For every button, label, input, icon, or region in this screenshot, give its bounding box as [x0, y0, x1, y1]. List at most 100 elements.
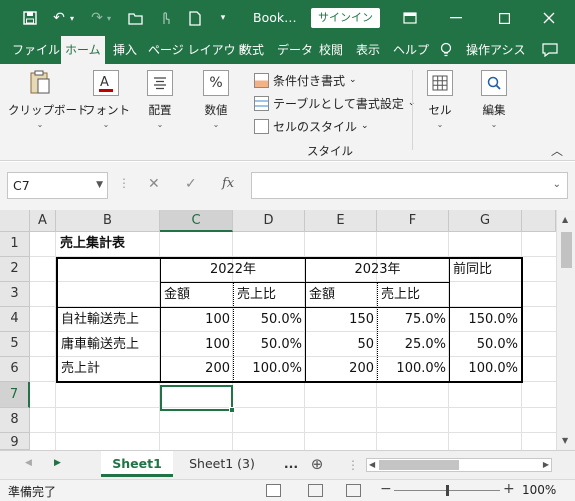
page-layout-view-icon[interactable] [308, 484, 323, 497]
column-header-a[interactable]: A [30, 210, 56, 232]
cell-e5[interactable]: 50 [306, 333, 377, 358]
tab-data[interactable]: データ [273, 36, 317, 64]
touch-mode-icon[interactable] [158, 8, 174, 28]
zoom-in-icon[interactable]: + [503, 481, 515, 497]
zoom-level[interactable]: 100% [522, 483, 556, 497]
tab-formulas[interactable]: 数式 [236, 36, 268, 64]
column-header-d[interactable]: D [233, 210, 305, 232]
clipboard-group-button[interactable]: クリップボード ⌄ [8, 70, 89, 129]
alignment-group-button[interactable]: 配置 ⌄ [140, 70, 180, 129]
tab-review[interactable]: 校閲 [315, 36, 347, 64]
editing-group-button[interactable]: 編集 ⌄ [476, 70, 512, 129]
cells-group-button[interactable]: セル ⌄ [422, 70, 458, 129]
tab-tell-me[interactable]: 操作アシス [462, 36, 530, 64]
cell-c2[interactable]: 2022年 [161, 258, 305, 283]
cell-g2[interactable]: 前同比 [450, 258, 521, 283]
column-header-g[interactable]: G [449, 210, 522, 232]
cell-c3[interactable]: 金額 [161, 283, 233, 308]
cell-f6[interactable]: 100.0% [378, 357, 449, 382]
scroll-right-icon[interactable]: ▶ [543, 460, 549, 469]
row-header-8[interactable]: 8 [0, 408, 30, 433]
cell-g4[interactable]: 150.0% [450, 308, 521, 333]
scroll-left-sheets-icon[interactable]: ◀ [25, 458, 32, 468]
cell-b6[interactable]: 売上計 [58, 357, 160, 382]
signin-button[interactable]: サインイン [311, 8, 380, 28]
cell-e2[interactable]: 2023年 [306, 258, 449, 283]
cell-d5[interactable]: 50.0% [234, 333, 305, 358]
ribbon-display-options-icon[interactable] [402, 8, 418, 28]
row-header-2[interactable]: 2 [0, 257, 30, 282]
scroll-left-icon[interactable]: ◀ [369, 460, 375, 469]
cell-e6[interactable]: 200 [306, 357, 377, 382]
cell-g6[interactable]: 100.0% [450, 357, 521, 382]
active-cell-c7[interactable] [160, 385, 233, 411]
row-header-3[interactable]: 3 [0, 282, 30, 307]
row-header-6[interactable]: 6 [0, 357, 30, 382]
close-icon[interactable] [541, 8, 557, 28]
select-all-corner[interactable] [0, 210, 30, 232]
fill-handle[interactable] [229, 407, 235, 413]
tab-view[interactable]: 表示 [352, 36, 384, 64]
number-group-button[interactable]: % 数値 ⌄ [196, 70, 236, 129]
cell-f4[interactable]: 75.0% [378, 308, 449, 333]
scroll-up-icon[interactable]: ▲ [562, 215, 568, 224]
cell-e3[interactable]: 金額 [306, 283, 377, 308]
cancel-icon[interactable]: ✕ [148, 176, 160, 192]
column-header-h[interactable] [522, 210, 556, 232]
undo-dropdown-icon[interactable]: ▾ [67, 8, 77, 28]
cell-d4[interactable]: 50.0% [234, 308, 305, 333]
cell-d3[interactable]: 売上比 [234, 283, 305, 308]
tab-file[interactable]: ファイル [8, 36, 64, 64]
conditional-formatting-button[interactable]: 条件付き書式 ⌄ [254, 70, 357, 90]
more-sheets-button[interactable]: ... [280, 451, 302, 477]
comments-icon[interactable] [541, 40, 559, 60]
cell-b1[interactable]: 売上集計表 [57, 232, 160, 257]
cell-f3[interactable]: 売上比 [378, 283, 449, 308]
scroll-right-sheets-icon[interactable]: ▶ [54, 458, 61, 468]
collapse-ribbon-icon[interactable]: ︿ [551, 142, 563, 159]
open-folder-icon[interactable] [127, 8, 145, 28]
cell-b5[interactable]: 庸車輸送売上 [58, 333, 160, 358]
vertical-scroll-thumb[interactable] [561, 232, 572, 268]
vertical-scrollbar[interactable]: ▲ ▼ [556, 210, 575, 450]
horizontal-scrollbar[interactable]: ◀ ▶ [366, 458, 552, 472]
horizontal-scroll-thumb[interactable] [379, 460, 459, 470]
column-header-c[interactable]: C [160, 210, 233, 232]
save-icon[interactable] [20, 8, 40, 28]
row-header-4[interactable]: 4 [0, 307, 30, 332]
minimize-icon[interactable] [448, 8, 464, 28]
enter-icon[interactable]: ✓ [185, 176, 197, 192]
name-box[interactable]: C7 ▼ [7, 172, 108, 199]
chevron-down-icon[interactable]: ⌄ [553, 179, 561, 190]
cell-c6[interactable]: 200 [161, 357, 233, 382]
format-as-table-button[interactable]: テーブルとして書式設定 ⌄ [254, 93, 415, 113]
chevron-down-icon[interactable]: ▼ [96, 173, 103, 198]
formula-input[interactable]: ⌄ [251, 172, 568, 199]
row-header-9[interactable]: 9 [0, 433, 30, 450]
redo-dropdown-icon[interactable]: ▾ [104, 8, 114, 28]
insert-function-icon[interactable]: fx [222, 176, 234, 191]
cell-c5[interactable]: 100 [161, 333, 233, 358]
normal-view-icon[interactable] [266, 484, 281, 497]
tab-home[interactable]: ホーム [61, 36, 105, 65]
drag-handle-icon[interactable]: ⋮ [347, 458, 359, 472]
customize-toolbar-icon[interactable]: ▾ [217, 8, 229, 28]
cell-c4[interactable]: 100 [161, 308, 233, 333]
cell-f5[interactable]: 25.0% [378, 333, 449, 358]
add-sheet-icon[interactable]: ⊕ [306, 451, 328, 477]
cell-g5[interactable]: 50.0% [450, 333, 521, 358]
cell-d6[interactable]: 100.0% [234, 357, 305, 382]
sheet-tab-sheet1[interactable]: Sheet1 [101, 451, 173, 477]
new-file-icon[interactable] [188, 8, 202, 28]
row-header-5[interactable]: 5 [0, 332, 30, 357]
maximize-icon[interactable] [496, 8, 512, 28]
zoom-out-icon[interactable]: − [380, 481, 392, 497]
cell-e4[interactable]: 150 [306, 308, 377, 333]
tab-help[interactable]: ヘルプ [389, 36, 433, 64]
column-header-b[interactable]: B [56, 210, 160, 232]
cell-b4[interactable]: 自社輸送売上 [58, 308, 160, 333]
sheet-tab-sheet1-3[interactable]: Sheet1 (3) [176, 451, 268, 477]
undo-icon[interactable]: ↶ [50, 8, 68, 28]
tab-insert[interactable]: 挿入 [109, 36, 141, 64]
row-header-1[interactable]: 1 [0, 232, 30, 257]
